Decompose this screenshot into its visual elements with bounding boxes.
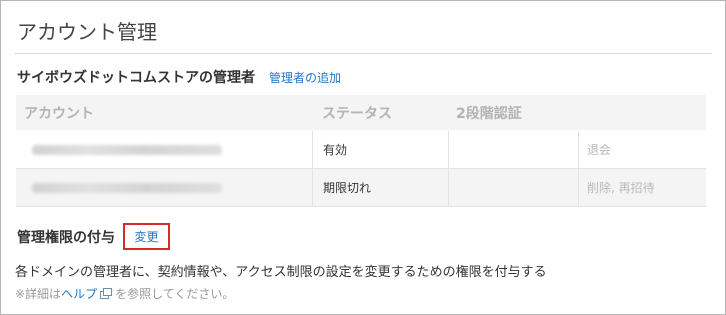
column-header-status: ステータス <box>322 105 392 122</box>
admins-table: アカウント ステータス 2段階認証 有効 退会 期限切れ 削除, 再招待 <box>16 95 706 207</box>
withdraw-link[interactable]: 退会 <box>587 141 611 158</box>
grant-section-title: 管理権限の付与 <box>17 229 115 246</box>
note-prefix: ※詳細は <box>15 287 62 301</box>
column-header-account: アカウント <box>24 105 94 122</box>
column-header-two-factor: 2段階認証 <box>456 105 522 122</box>
reinvite-link[interactable]: 再招待 <box>619 179 655 196</box>
external-link-icon[interactable] <box>100 287 113 300</box>
help-link[interactable]: ヘルプ <box>61 285 97 302</box>
admins-section-title: サイボウズドットコムストアの管理者 <box>17 70 255 86</box>
redacted-account-email <box>32 182 222 193</box>
account-management-panel: アカウント管理 サイボウズドットコムストアの管理者 管理者の追加 アカウント ス… <box>0 0 726 315</box>
add-admin-link[interactable]: 管理者の追加 <box>269 69 341 86</box>
grant-description: 各ドメインの管理者に、契約情報や、アクセス制限の設定を変更するための権限を付与す… <box>15 265 547 280</box>
admins-section-header: サイボウズドットコムストアの管理者 管理者の追加 <box>17 67 341 87</box>
help-note: ※詳細は ヘルプ を参照してください。 <box>15 285 234 302</box>
delete-link[interactable]: 削除 <box>587 179 611 196</box>
change-highlight-box: 変更 <box>123 223 170 250</box>
table-row: 有効 退会 <box>16 131 706 169</box>
change-link[interactable]: 変更 <box>134 228 158 245</box>
account-cell <box>16 169 312 206</box>
note-suffix: を参照してください。 <box>115 287 235 301</box>
actions-cell: 退会 <box>578 131 706 168</box>
status-cell: 期限切れ <box>312 169 448 206</box>
status-cell: 有効 <box>312 131 448 168</box>
table-header-row: アカウント ステータス 2段階認証 <box>16 95 706 131</box>
page-title: アカウント管理 <box>17 20 157 44</box>
two-factor-cell <box>448 131 578 168</box>
table-row: 期限切れ 削除, 再招待 <box>16 169 706 207</box>
grant-section-header: 管理権限の付与 変更 <box>17 223 170 250</box>
title-divider <box>15 53 712 54</box>
redacted-account-email <box>32 144 222 155</box>
action-separator: , <box>611 180 619 195</box>
actions-cell: 削除, 再招待 <box>578 169 706 206</box>
two-factor-cell <box>448 169 578 206</box>
account-cell <box>16 131 312 168</box>
